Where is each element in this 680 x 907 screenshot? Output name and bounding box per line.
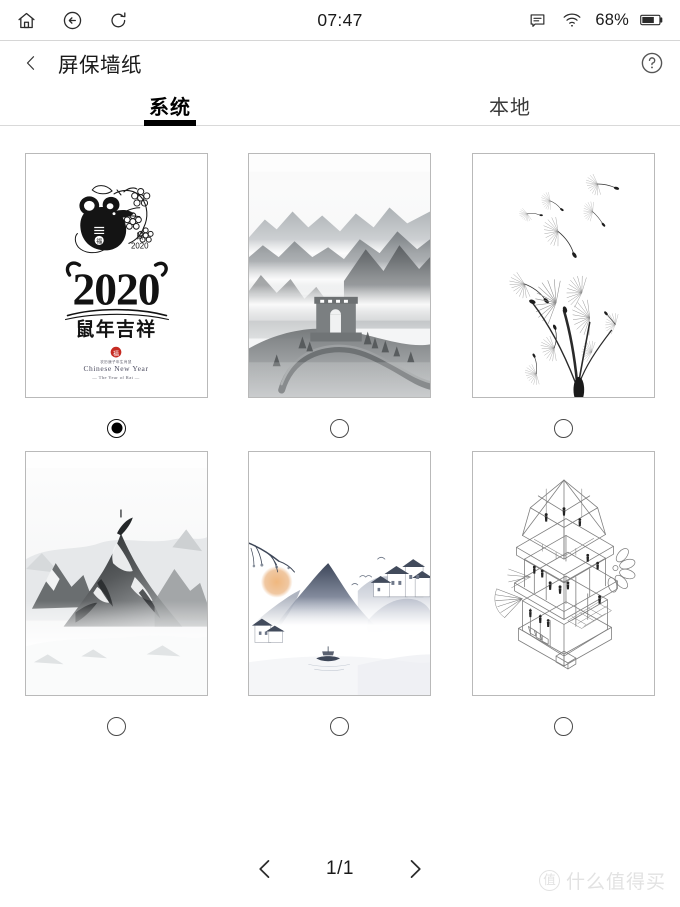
help-icon[interactable] [639,51,664,76]
radio-indicator [330,716,350,736]
wallpaper-cell: 福 鼠 2020 2020 鼠年吉祥 福 农历庚子年生肖鼠 Chinese Ne… [22,153,211,439]
svg-text:鼠: 鼠 [136,231,144,240]
wallpaper-radio-ink-landscape-village[interactable] [329,715,351,737]
radio-indicator [330,418,350,438]
wallpaper-radio-dandelion-seeds[interactable] [552,417,574,439]
svg-text:2020: 2020 [73,264,160,315]
battery-icon [640,8,664,32]
svg-text:福: 福 [96,237,102,245]
tab-system[interactable]: 系统 [0,85,340,125]
radio-indicator [107,418,127,438]
svg-text:福: 福 [113,349,119,357]
wallpaper-cell [245,451,434,737]
status-bar: 07:47 68% [0,0,680,41]
wallpaper-thumbnail-isometric-house-lineart [472,452,654,695]
wallpaper-card-isometric-house-lineart[interactable] [471,451,655,696]
wallpaper-card-new-year-2020-rat[interactable]: 福 鼠 2020 2020 鼠年吉祥 福 农历庚子年生肖鼠 Chinese Ne… [25,153,209,398]
page-title: 屏保墙纸 [58,54,142,77]
page-header: 屏保墙纸 [0,41,680,85]
wallpaper-card-snow-mountain-peak[interactable] [25,451,209,696]
wallpaper-radio-new-year-2020-rat[interactable] [106,417,128,439]
back-circle-icon[interactable] [60,8,84,32]
status-bar-left-controls [14,8,130,32]
refresh-icon[interactable] [106,8,130,32]
wallpaper-cell [469,153,658,439]
wallpaper-thumbnail-ink-landscape-village [249,452,431,695]
source-tabs: 系统 本地 [0,85,680,126]
wallpaper-card-great-wall-mist[interactable] [248,153,432,398]
wallpaper-cell [469,451,658,737]
wallpaper-card-dandelion-seeds[interactable] [471,153,655,398]
pagination: 1/1 [0,845,680,907]
wallpaper-radio-great-wall-mist[interactable] [329,417,351,439]
next-page-button[interactable] [398,852,432,886]
svg-text:— The Year of Rat —: — The Year of Rat — [91,375,140,380]
wallpaper-card-ink-landscape-village[interactable] [248,451,432,696]
svg-text:鼠年吉祥: 鼠年吉祥 [76,317,157,339]
screensaver-wallpaper-screen: 07:47 68% 屏保墙纸 系统 本地 福 鼠 2020 2020 鼠年吉祥 … [0,0,680,907]
wallpaper-cell [22,451,211,737]
wifi-icon[interactable] [560,8,584,32]
svg-text:2020: 2020 [131,241,149,250]
page-indicator: 1/1 [326,858,354,879]
prev-page-button[interactable] [248,852,282,886]
wallpaper-radio-isometric-house-lineart[interactable] [552,715,574,737]
tab-system-label: 系统 [149,96,191,119]
status-bar-right-controls: 68% [525,8,664,32]
home-icon[interactable] [14,8,38,32]
radio-indicator [553,716,573,736]
radio-indicator [553,418,573,438]
wallpaper-thumbnail-dandelion-seeds [472,154,654,397]
svg-text:Chinese New Year: Chinese New Year [84,364,149,373]
notes-icon[interactable] [525,8,549,32]
tab-local-label: 本地 [489,96,531,119]
wallpaper-grid: 福 鼠 2020 2020 鼠年吉祥 福 农历庚子年生肖鼠 Chinese Ne… [0,126,680,845]
wallpaper-thumbnail-great-wall-mist [249,154,431,397]
tab-local[interactable]: 本地 [340,85,680,125]
wallpaper-thumbnail-snow-mountain-peak [26,452,208,695]
wallpaper-thumbnail-new-year-2020-rat: 福 鼠 2020 2020 鼠年吉祥 福 农历庚子年生肖鼠 Chinese Ne… [26,154,208,397]
radio-indicator [107,716,127,736]
wallpaper-cell [245,153,434,439]
back-chevron-icon[interactable] [20,50,42,76]
battery-percent-label: 68% [595,10,629,29]
wallpaper-radio-snow-mountain-peak[interactable] [106,715,128,737]
